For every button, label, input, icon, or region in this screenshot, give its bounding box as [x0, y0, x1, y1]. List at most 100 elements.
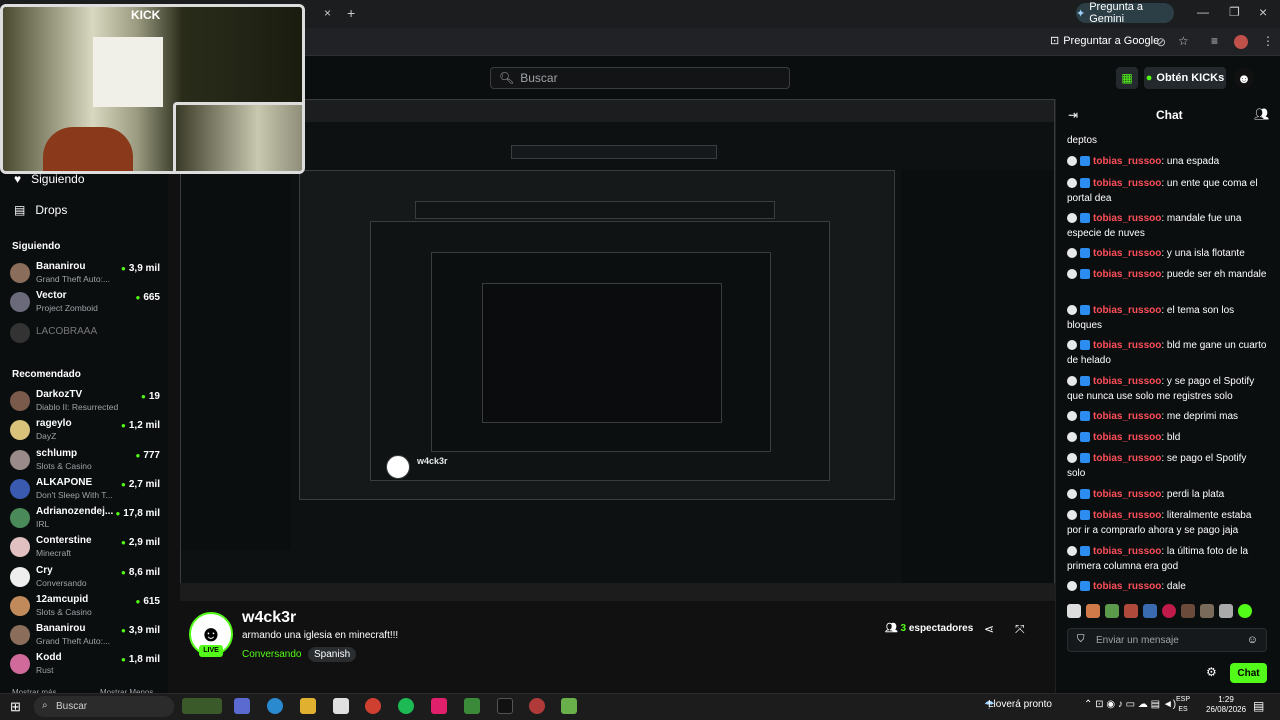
ask-google-button[interactable]: ⊡ Preguntar a Google	[1050, 34, 1159, 48]
grid-icon[interactable]: ▦	[1116, 67, 1138, 89]
nav-following[interactable]: ♥ Siguiendo	[14, 172, 85, 186]
video-player[interactable]: w4ck3r	[168, 99, 1055, 693]
sidebar-channel[interactable]: Adrianozendej... IRL 17,8 mil	[10, 505, 160, 533]
notification-icon[interactable]: ▤	[1253, 699, 1264, 713]
sidebar-channel[interactable]: schlump Slots & Casino 777	[10, 447, 160, 475]
chat-username[interactable]: tobias_russoo	[1093, 546, 1161, 557]
clip-icon[interactable]: ⤧	[1015, 622, 1025, 637]
chat-users-icon[interactable]: 👥︎	[1254, 107, 1269, 121]
streamer-name[interactable]: w4ck3r	[242, 609, 296, 627]
copilot-icon[interactable]	[234, 698, 250, 714]
sidebar-channel[interactable]: Bananirou Grand Theft Auto:... 3,9 mil	[10, 622, 160, 650]
emote[interactable]	[1200, 604, 1214, 618]
chat-username[interactable]: tobias_russoo	[1093, 248, 1161, 259]
search-input[interactable]: 🔍︎ Buscar	[490, 67, 790, 89]
emote[interactable]	[1086, 604, 1100, 618]
sidebar-channel[interactable]: 12amcupid Slots & Casino 615	[10, 593, 160, 621]
tiktok-icon[interactable]	[497, 698, 513, 714]
chat-username[interactable]: tobias_russoo	[1093, 411, 1161, 422]
chat-username[interactable]: tobias_russoo	[1093, 156, 1161, 167]
chat-username[interactable]: tobias_russoo	[1093, 510, 1161, 521]
sidebar-channel[interactable]: rageylo DayZ 1,2 mil	[10, 417, 160, 445]
chat-message[interactable]: tobias_russoo: perdi la plata	[1067, 487, 1267, 502]
sidebar-channel[interactable]: Cry Conversando 8,6 mil	[10, 564, 160, 592]
share-icon[interactable]: ⋖	[984, 622, 994, 636]
sidebar-channel[interactable]: Kodd Rust 1,8 mil	[10, 651, 160, 679]
emote[interactable]	[1238, 604, 1252, 618]
launcher-icon[interactable]	[561, 698, 577, 714]
nav-drops[interactable]: ▤ Drops	[14, 203, 67, 217]
chat-message[interactable]: tobias_russoo: dale	[1067, 579, 1267, 594]
chat-username[interactable]: tobias_russoo	[1093, 269, 1161, 280]
chrome-icon[interactable]	[365, 698, 381, 714]
emote[interactable]	[1143, 604, 1157, 618]
tiktok-app-icon[interactable]	[431, 698, 447, 714]
emote[interactable]	[1067, 604, 1081, 618]
taskbar-widget[interactable]	[182, 698, 222, 714]
chat-input[interactable]: ⛉ Enviar un mensaje ☺	[1067, 628, 1267, 652]
star-icon[interactable]: ☆	[1178, 34, 1189, 48]
chat-message[interactable]: tobias_russoo: puede ser eh mandale	[1067, 267, 1267, 282]
send-chat-button[interactable]: Chat	[1230, 663, 1267, 683]
clock[interactable]: 1:29 26/08/2026	[1206, 695, 1246, 715]
chat-username[interactable]: tobias_russoo	[1093, 432, 1161, 443]
new-tab-icon[interactable]: +	[347, 5, 355, 21]
close-window-icon[interactable]: ×	[1259, 4, 1267, 20]
spotify-icon[interactable]	[398, 698, 414, 714]
emote[interactable]	[1124, 604, 1138, 618]
chat-message[interactable]: tobias_russoo: una espada	[1067, 154, 1267, 169]
file-explorer-icon[interactable]	[300, 698, 316, 714]
tab-close-icon[interactable]: ×	[324, 6, 331, 20]
chat-username[interactable]: tobias_russoo	[1093, 213, 1161, 224]
emote[interactable]	[1162, 604, 1176, 618]
menu-icon[interactable]: ⋮	[1262, 34, 1274, 48]
chat-message[interactable]: tobias_russoo: el tema son los bloques	[1067, 303, 1267, 333]
tray-icons[interactable]: ⌃ ⊡ ◉ ♪ ▭ ☁ ▤ ◄)	[1084, 699, 1176, 710]
chat-message[interactable]: tobias_russoo: un ente que coma el porta…	[1067, 176, 1267, 206]
sidebar-channel[interactable]: LACOBRAAA	[10, 320, 160, 348]
chat-username[interactable]: tobias_russoo	[1093, 340, 1161, 351]
maximize-icon[interactable]: ❐	[1229, 5, 1240, 19]
sidebar-channel[interactable]: Conterstine Minecraft 2,9 mil	[10, 534, 160, 562]
sidebar-channel[interactable]: ALKAPONE Don't Sleep With T... 2,7 mil	[10, 476, 160, 504]
chat-username[interactable]: tobias_russoo	[1093, 305, 1161, 316]
chat-message[interactable]: tobias_russoo: la última foto de la prim…	[1067, 544, 1267, 574]
sidebar-channel[interactable]: Bananirou Grand Theft Auto:... 3,9 mil	[10, 260, 160, 288]
chat-message[interactable]: tobias_russoo: y se pago el Spotify que …	[1067, 374, 1267, 404]
chat-username[interactable]: tobias_russoo	[1093, 376, 1161, 387]
minimize-icon[interactable]: —	[1197, 5, 1209, 19]
chat-message[interactable]: tobias_russoo: y una isla flotante	[1067, 246, 1267, 261]
chat-message[interactable]: tobias_russoo: se pago el Spotify solo	[1067, 451, 1267, 481]
chat-message[interactable]: tobias_russoo: literalmente estaba por i…	[1067, 508, 1267, 538]
collapse-chat-icon[interactable]: ⇥	[1068, 108, 1078, 122]
windows-start-icon[interactable]: ⊞	[10, 699, 21, 715]
chat-message[interactable]: tobias_russoo: bld me gane un cuarto de …	[1067, 338, 1267, 368]
gemini-button[interactable]: ✦ Pregunta a Gemini	[1076, 1, 1174, 25]
emoji-icon[interactable]: ☺	[1247, 634, 1258, 646]
gear-icon[interactable]: ⚙	[1206, 665, 1217, 679]
language-indicator[interactable]: ESP ES	[1176, 695, 1190, 715]
user-avatar[interactable]: ☻	[1234, 68, 1254, 88]
chat-username[interactable]: tobias_russoo	[1093, 489, 1161, 500]
emote-bar[interactable]	[1067, 604, 1267, 620]
chat-username[interactable]: tobias_russoo	[1093, 178, 1161, 189]
chat-message[interactable]: tobias_russoo: bld	[1067, 430, 1267, 445]
chat-username[interactable]: tobias_russoo	[1093, 581, 1161, 592]
get-kicks-button[interactable]: ● Obtén KICKs	[1144, 67, 1226, 89]
stream-category[interactable]: Conversando	[242, 649, 301, 660]
minecraft-icon[interactable]	[464, 698, 480, 714]
eye-off-icon[interactable]: ⊘	[1156, 35, 1166, 49]
obs-icon[interactable]	[529, 698, 545, 714]
emote[interactable]	[1105, 604, 1119, 618]
reading-list-icon[interactable]: ≡	[1211, 34, 1218, 48]
taskbar-search[interactable]: ⌕ Buscar	[34, 696, 174, 717]
chat-message[interactable]: tobias_russoo: mandale fue una especie d…	[1067, 211, 1267, 241]
chat-username[interactable]: tobias_russoo	[1093, 453, 1161, 464]
emote[interactable]	[1181, 604, 1195, 618]
weather-text[interactable]: Lloverá pronto	[988, 699, 1052, 710]
edge-icon[interactable]	[267, 698, 283, 714]
badge-icon[interactable]: ⛉	[1077, 634, 1085, 645]
chat-message[interactable]: tobias_russoo: me deprimi mas	[1067, 409, 1267, 424]
sidebar-channel[interactable]: Vector Project Zomboid 665	[10, 289, 160, 317]
emote[interactable]	[1219, 604, 1233, 618]
